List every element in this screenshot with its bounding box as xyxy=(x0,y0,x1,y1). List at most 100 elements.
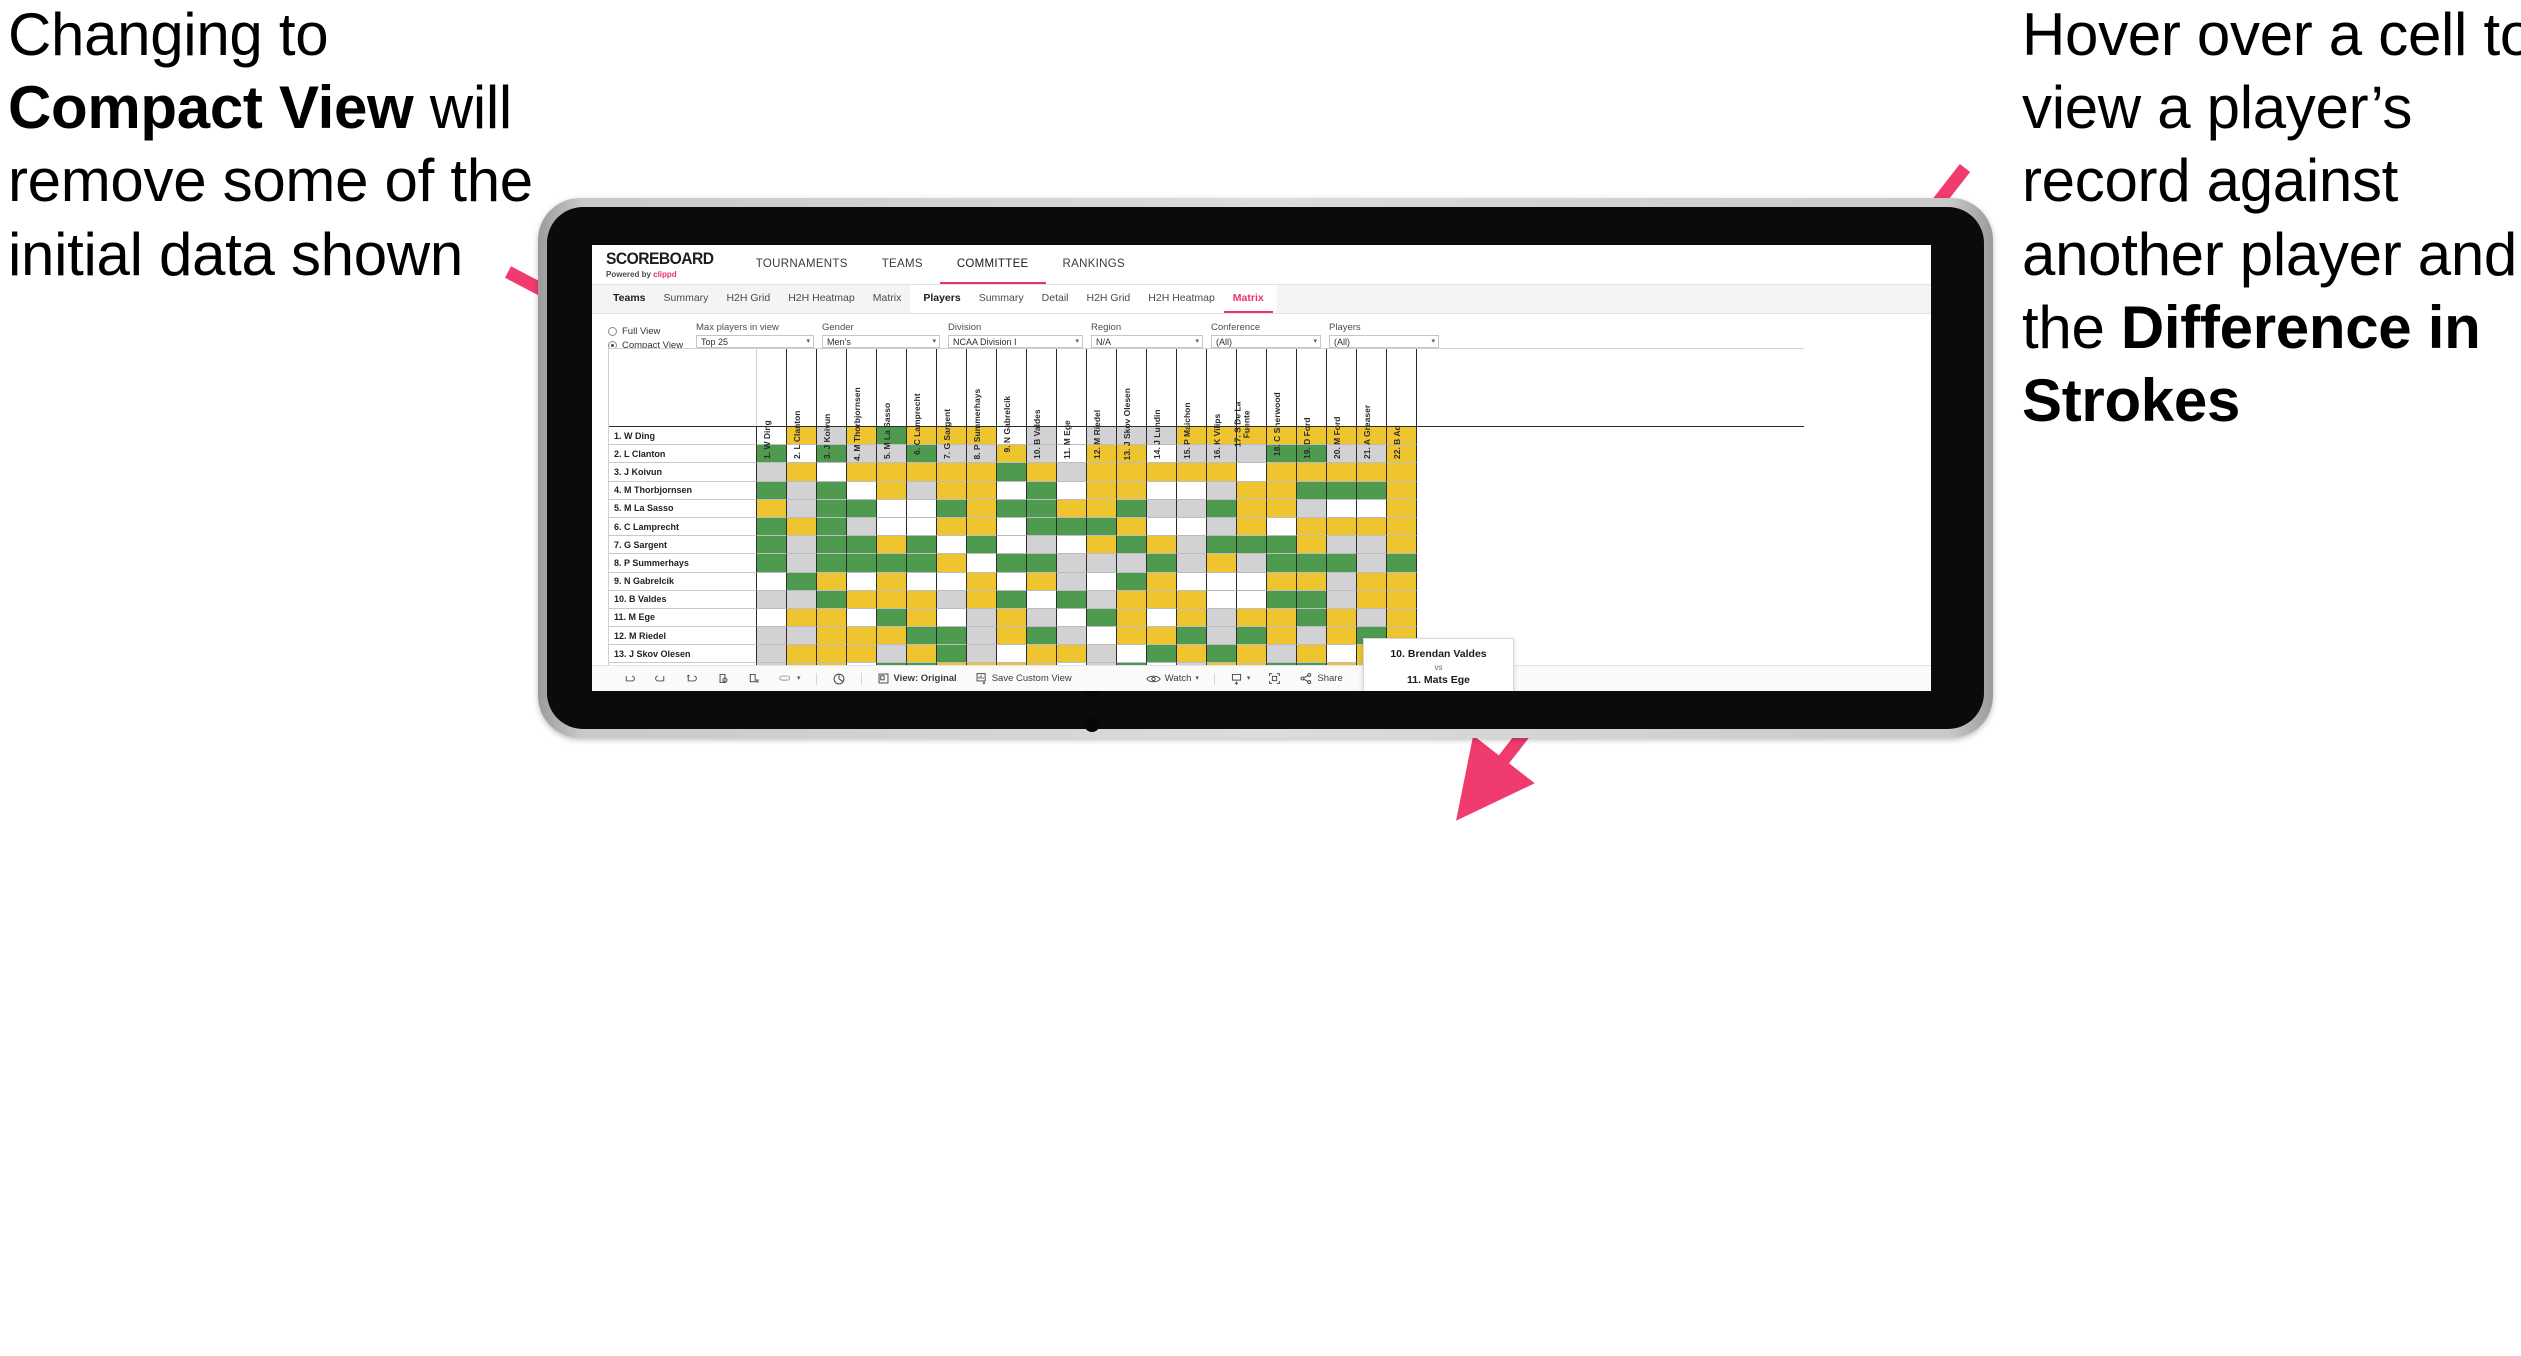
matrix-cell[interactable] xyxy=(1357,608,1387,628)
matrix-cell[interactable] xyxy=(1147,517,1177,537)
matrix-cell[interactable] xyxy=(1027,499,1057,518)
matrix-cell[interactable] xyxy=(1207,463,1237,482)
matrix-cell[interactable] xyxy=(847,645,877,664)
matrix-cell[interactable] xyxy=(1237,463,1267,482)
matrix-cell[interactable] xyxy=(1207,572,1237,591)
matrix-cell[interactable] xyxy=(877,481,907,500)
matrix-cell[interactable] xyxy=(1267,499,1297,518)
matrix-cell[interactable] xyxy=(1087,463,1117,482)
matrix-cell[interactable] xyxy=(1177,536,1207,555)
nav-item-tournaments[interactable]: TOURNAMENTS xyxy=(739,245,865,284)
matrix-cell[interactable] xyxy=(1357,536,1387,555)
matrix-cell[interactable] xyxy=(757,499,787,518)
matrix-cell[interactable] xyxy=(1237,517,1267,537)
matrix-cell[interactable] xyxy=(907,554,937,573)
matrix-cell[interactable] xyxy=(1387,590,1417,609)
matrix-cell[interactable] xyxy=(817,627,847,646)
matrix-cell[interactable] xyxy=(787,590,817,609)
matrix-row-label[interactable]: 9. N Gabrelcik xyxy=(609,572,757,591)
matrix-cell[interactable] xyxy=(847,627,877,646)
matrix-row-label[interactable]: 8. P Summerhays xyxy=(609,554,757,573)
matrix-cell[interactable] xyxy=(997,590,1027,609)
players-tab-matrix[interactable]: Matrix xyxy=(1223,285,1273,313)
matrix-cell[interactable] xyxy=(1357,481,1387,500)
matrix-cell[interactable] xyxy=(1267,645,1297,664)
matrix-cell[interactable] xyxy=(877,590,907,609)
matrix-cell[interactable] xyxy=(1207,499,1237,518)
matrix-cell[interactable] xyxy=(877,499,907,518)
matrix-cell[interactable] xyxy=(997,463,1027,482)
matrix-row-label[interactable]: 7. G Sargent xyxy=(609,536,757,555)
matrix-col-header[interactable]: 6. C Lamprecht xyxy=(907,349,937,455)
matrix-cell[interactable] xyxy=(877,645,907,664)
matrix-cell[interactable] xyxy=(877,517,907,537)
matrix-col-header[interactable]: 18. C Sherwood xyxy=(1267,349,1297,456)
matrix-cell[interactable] xyxy=(997,572,1027,591)
matrix-cell[interactable] xyxy=(907,608,937,628)
matrix-cell[interactable] xyxy=(1207,517,1237,537)
matrix-cell[interactable] xyxy=(997,499,1027,518)
matrix-cell[interactable] xyxy=(907,481,937,500)
matrix-col-header[interactable]: 17. S De La Fuente xyxy=(1232,349,1267,447)
matrix-col-header[interactable]: 9. N Gabrelcik xyxy=(997,349,1027,452)
matrix-col-header[interactable]: 19. D Ford xyxy=(1297,349,1327,459)
select-players-0[interactable]: (All) ▾ xyxy=(1329,335,1439,348)
matrix-cell[interactable] xyxy=(1327,572,1357,591)
matrix-cell[interactable] xyxy=(1267,554,1297,573)
matrix-cell[interactable] xyxy=(937,499,967,518)
matrix-cell[interactable] xyxy=(1237,590,1267,609)
matrix-cell[interactable] xyxy=(907,590,937,609)
matrix-cell[interactable] xyxy=(1207,536,1237,555)
nav-item-teams[interactable]: TEAMS xyxy=(865,245,940,284)
matrix-cell[interactable] xyxy=(1207,645,1237,664)
matrix-cell[interactable] xyxy=(997,608,1027,628)
matrix-cell[interactable] xyxy=(937,481,967,500)
matrix-cell[interactable] xyxy=(1027,517,1057,537)
matrix-cell[interactable] xyxy=(937,627,967,646)
matrix-cell[interactable] xyxy=(847,463,877,482)
matrix-cell[interactable] xyxy=(1147,590,1177,609)
matrix-cell[interactable] xyxy=(937,463,967,482)
matrix-cell[interactable] xyxy=(997,536,1027,555)
matrix-cell[interactable] xyxy=(967,627,997,646)
matrix-cell[interactable] xyxy=(1057,499,1087,518)
matrix-cell[interactable] xyxy=(787,645,817,664)
matrix-cell[interactable] xyxy=(847,608,877,628)
matrix-cell[interactable] xyxy=(817,572,847,591)
matrix-cell[interactable] xyxy=(757,481,787,500)
matrix-cell[interactable] xyxy=(1057,536,1087,555)
matrix-cell[interactable] xyxy=(1297,481,1327,500)
matrix-cell[interactable] xyxy=(1027,536,1057,555)
matrix-cell[interactable] xyxy=(907,645,937,664)
matrix-cell[interactable] xyxy=(967,608,997,628)
players-tab-players[interactable]: Players xyxy=(914,285,969,313)
matrix-cell[interactable] xyxy=(787,517,817,537)
matrix-cell[interactable] xyxy=(1387,554,1417,573)
matrix-col-header[interactable]: 14. J Lundin xyxy=(1147,349,1177,459)
matrix-cell[interactable] xyxy=(1057,554,1087,573)
matrix-cell[interactable] xyxy=(1267,627,1297,646)
matrix-cell[interactable] xyxy=(787,463,817,482)
matrix-cell[interactable] xyxy=(757,572,787,591)
matrix-cell[interactable] xyxy=(1357,572,1387,591)
matrix-col-header[interactable]: 1. W Ding xyxy=(757,349,787,459)
matrix-cell[interactable] xyxy=(1117,590,1147,609)
matrix-row-label[interactable]: 5. M La Sasso xyxy=(609,499,757,518)
matrix-cell[interactable] xyxy=(997,627,1027,646)
matrix-cell[interactable] xyxy=(1087,499,1117,518)
matrix-cell[interactable] xyxy=(757,590,787,609)
download-button[interactable]: ▾ xyxy=(1221,666,1260,692)
matrix-cell[interactable] xyxy=(1387,608,1417,628)
matrix-cell[interactable] xyxy=(877,463,907,482)
select-conference-0[interactable]: (All) ▾ xyxy=(1211,335,1321,348)
share-button[interactable]: Share xyxy=(1290,666,1351,692)
matrix-cell[interactable] xyxy=(1087,481,1117,500)
matrix-cell[interactable] xyxy=(1387,536,1417,555)
matrix-cell[interactable] xyxy=(787,554,817,573)
matrix-row-label[interactable]: 11. M Ege xyxy=(609,608,757,628)
matrix-cell[interactable] xyxy=(1057,627,1087,646)
matrix-row-label[interactable]: 13. J Skov Olesen xyxy=(609,645,757,664)
matrix-cell[interactable] xyxy=(1357,590,1387,609)
matrix-cell[interactable] xyxy=(1087,517,1117,537)
matrix-cell[interactable] xyxy=(937,536,967,555)
